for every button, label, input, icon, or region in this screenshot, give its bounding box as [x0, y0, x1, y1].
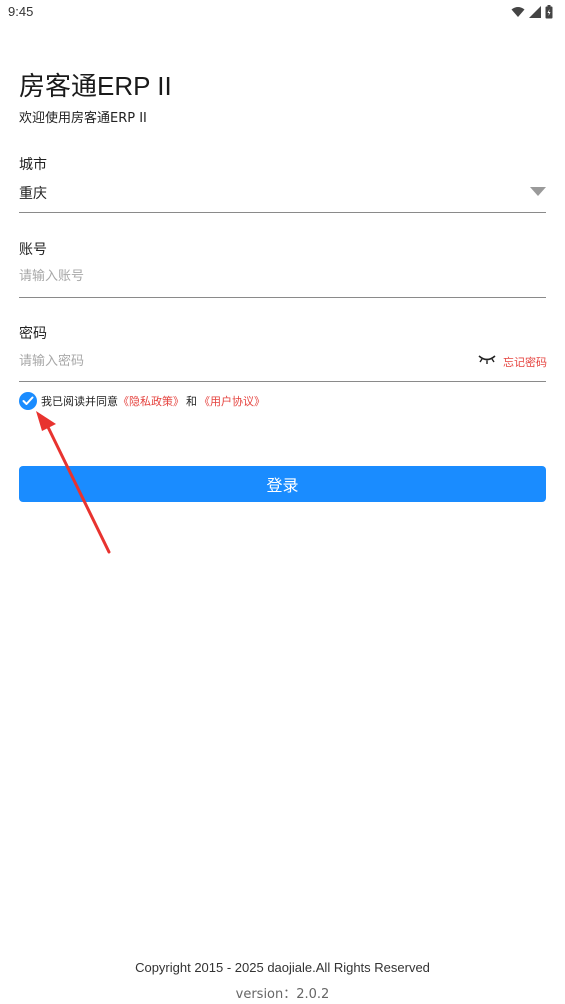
chevron-down-icon[interactable] [530, 187, 546, 196]
check-icon[interactable] [19, 392, 37, 410]
agreement-text: 我已阅读并同意 [41, 395, 118, 408]
privacy-policy-link[interactable]: 《隐私政策》 [118, 393, 184, 409]
eye-closed-icon[interactable] [478, 353, 496, 365]
app-subtitle: 欢迎使用房客通ERP II [19, 111, 147, 126]
copyright-text: Copyright 2015 - 2025 daojiale.All Right… [135, 960, 430, 975]
signal-icon [529, 6, 541, 18]
version-text: version：2.0.2 [235, 987, 330, 1002]
agreement-row: 我已阅读并同意 《隐私政策》 和 《用户协议》 [19, 392, 265, 410]
forgot-password-link[interactable]: 忘记密码 [503, 354, 547, 370]
status-icons [511, 4, 553, 20]
battery-icon [545, 5, 553, 19]
status-time: 9:45 [8, 4, 34, 19]
status-bar: 9:45 [0, 0, 565, 24]
account-underline [19, 297, 546, 298]
password-underline [19, 381, 546, 382]
city-label: 城市 [19, 157, 47, 173]
account-label: 账号 [19, 242, 47, 258]
agreement-conjunction: 和 [186, 395, 197, 408]
password-input[interactable] [19, 347, 459, 375]
account-input[interactable] [19, 262, 546, 290]
wifi-icon [511, 7, 525, 17]
city-select[interactable]: 重庆 [19, 183, 47, 203]
login-button[interactable]: 登录 [19, 466, 546, 502]
city-underline [19, 212, 546, 213]
checkmark-glyph [22, 396, 34, 405]
user-agreement-link[interactable]: 《用户协议》 [199, 393, 265, 409]
app-title: 房客通ERP II [19, 71, 172, 101]
password-label: 密码 [19, 326, 47, 342]
